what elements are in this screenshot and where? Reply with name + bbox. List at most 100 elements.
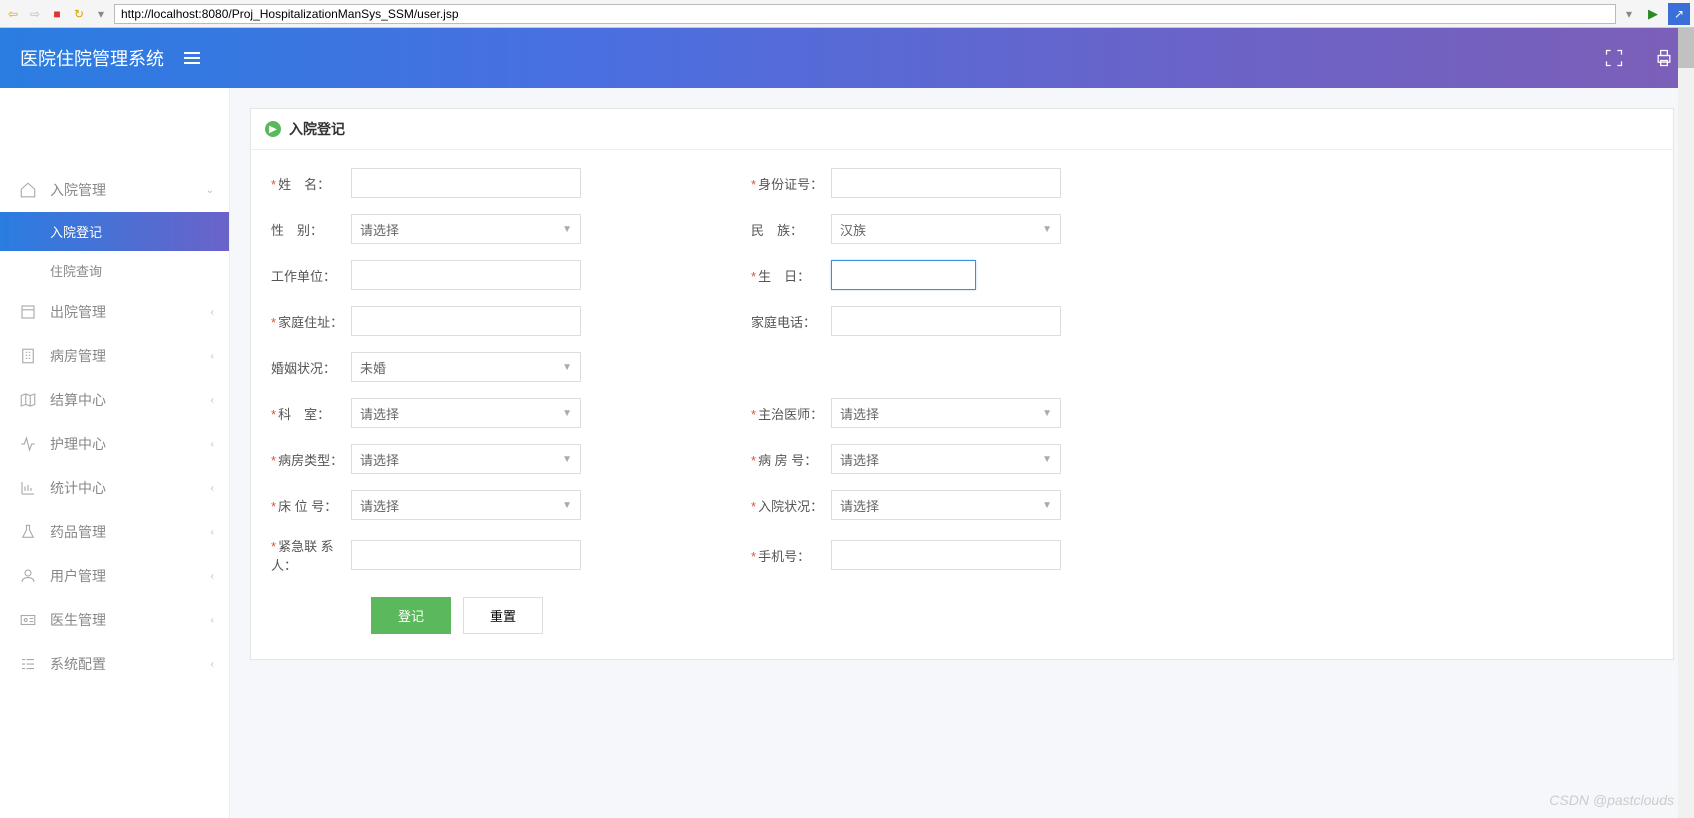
sidebar-item-label: 用户管理 xyxy=(50,566,106,586)
chevron-down-icon: ⌄ xyxy=(206,185,214,196)
phone-label: 家庭电话： xyxy=(751,315,816,330)
sidebar-item-user[interactable]: 用户管理 ‹ xyxy=(0,554,229,598)
chevron-left-icon: ‹ xyxy=(211,351,214,362)
sidebar-item-label: 结算中心 xyxy=(50,390,106,410)
phone-field[interactable] xyxy=(831,306,1061,336)
sidebar-item-admit[interactable]: 入院管理 ⌄ xyxy=(0,168,229,212)
chevron-left-icon: ‹ xyxy=(211,527,214,538)
wardno-select[interactable]: 请选择 ▼ xyxy=(831,444,1061,474)
sidebar-item-doctor[interactable]: 医生管理 ‹ xyxy=(0,598,229,642)
stop-icon[interactable]: ■ xyxy=(48,5,66,23)
chevron-down-icon: ▼ xyxy=(562,500,572,511)
reset-button[interactable]: 重置 xyxy=(463,597,543,634)
register-panel: ▶ 入院登记 *姓 名： *身份证号： 性 别： xyxy=(250,108,1674,660)
chevron-left-icon: ‹ xyxy=(211,439,214,450)
id-field[interactable] xyxy=(831,168,1061,198)
bedno-label: 床 位 号： xyxy=(278,499,337,514)
app-header: 医院住院管理系统 xyxy=(0,28,1694,88)
status-select[interactable]: 请选择 ▼ xyxy=(831,490,1061,520)
printer-icon[interactable] xyxy=(1654,48,1674,68)
sidebar-item-drugs[interactable]: 药品管理 ‹ xyxy=(0,510,229,554)
sidebar-item-label: 护理中心 xyxy=(50,434,106,454)
activity-icon xyxy=(18,434,38,454)
sidebar-item-label: 药品管理 xyxy=(50,522,106,542)
sidebar-sub-register[interactable]: 入院登记 xyxy=(0,212,229,251)
status-label: 入院状况： xyxy=(758,499,823,514)
addr-label: 家庭住址： xyxy=(278,315,343,330)
flask-icon xyxy=(18,522,38,542)
scrollbar[interactable] xyxy=(1678,28,1694,818)
refresh-icon[interactable]: ↻ xyxy=(70,5,88,23)
contact-label: 紧急联 系人： xyxy=(271,539,334,573)
marriage-label: 婚姻状况： xyxy=(271,361,336,376)
mobile-label: 手机号： xyxy=(758,549,810,564)
work-field[interactable] xyxy=(351,260,581,290)
chevron-down-icon: ▼ xyxy=(1042,454,1052,465)
building-icon xyxy=(18,346,38,366)
sidebar-sub-query[interactable]: 住院查询 xyxy=(0,251,229,290)
chevron-left-icon: ‹ xyxy=(211,483,214,494)
wardtype-select[interactable]: 请选择 ▼ xyxy=(351,444,581,474)
main-layout: 入院管理 ⌄ 入院登记 住院查询 出院管理 ‹ 病房管理 ‹ 结算中心 ‹ xyxy=(0,88,1694,818)
content-area: ▶ 入院登记 *姓 名： *身份证号： 性 别： xyxy=(230,88,1694,818)
url-input[interactable] xyxy=(114,4,1616,24)
mobile-field[interactable] xyxy=(831,540,1061,570)
sidebar-item-label: 病房管理 xyxy=(50,346,106,366)
sidebar-item-ward[interactable]: 病房管理 ‹ xyxy=(0,334,229,378)
menu-toggle-icon[interactable] xyxy=(184,52,200,64)
panel-title: 入院登记 xyxy=(289,119,345,139)
sidebar-item-label: 医生管理 xyxy=(50,610,106,630)
browser-toolbar: ⇦ ⇨ ■ ↻ ▾ ▾ ▶ ↗ xyxy=(0,0,1694,28)
addr-field[interactable] xyxy=(351,306,581,336)
dept-select[interactable]: 请选择 ▼ xyxy=(351,398,581,428)
chevron-left-icon: ‹ xyxy=(211,307,214,318)
chevron-down-icon: ▼ xyxy=(1042,500,1052,511)
id-card-icon xyxy=(18,610,38,630)
name-label: 姓 名： xyxy=(278,177,330,192)
external-icon[interactable]: ↗ xyxy=(1668,3,1690,25)
chevron-down-icon: ▼ xyxy=(562,362,572,373)
doctor-label: 主治医师： xyxy=(758,407,823,422)
gender-select[interactable]: 请选择 ▼ xyxy=(351,214,581,244)
chevron-down-icon: ▼ xyxy=(562,408,572,419)
chevron-left-icon: ‹ xyxy=(211,659,214,670)
forward-icon[interactable]: ⇨ xyxy=(26,5,44,23)
scrollbar-thumb[interactable] xyxy=(1678,28,1694,68)
gender-label: 性 别： xyxy=(271,223,323,238)
wardtype-label: 病房类型： xyxy=(278,453,343,468)
chevron-left-icon: ‹ xyxy=(211,571,214,582)
play-circle-icon: ▶ xyxy=(265,121,281,137)
doctor-select[interactable]: 请选择 ▼ xyxy=(831,398,1061,428)
list-icon xyxy=(18,654,38,674)
sidebar-item-stats[interactable]: 统计中心 ‹ xyxy=(0,466,229,510)
marriage-select[interactable]: 未婚 ▼ xyxy=(351,352,581,382)
dropdown-icon[interactable]: ▾ xyxy=(92,5,110,23)
birth-label: 生 日： xyxy=(758,269,810,284)
sidebar-item-label: 系统配置 xyxy=(50,654,106,674)
submit-button[interactable]: 登记 xyxy=(371,597,451,634)
name-field[interactable] xyxy=(351,168,581,198)
bedno-select[interactable]: 请选择 ▼ xyxy=(351,490,581,520)
nation-select[interactable]: 汉族 ▼ xyxy=(831,214,1061,244)
sidebar-item-label: 出院管理 xyxy=(50,302,106,322)
sidebar-item-config[interactable]: 系统配置 ‹ xyxy=(0,642,229,686)
chevron-down-icon: ▼ xyxy=(1042,408,1052,419)
nation-label: 民 族： xyxy=(751,223,803,238)
chevron-left-icon: ‹ xyxy=(211,615,214,626)
sidebar-item-discharge[interactable]: 出院管理 ‹ xyxy=(0,290,229,334)
go-icon[interactable]: ▶ xyxy=(1642,3,1664,25)
url-history-icon[interactable]: ▾ xyxy=(1620,5,1638,23)
birth-field[interactable] xyxy=(831,260,976,290)
contact-field[interactable] xyxy=(351,540,581,570)
discharge-icon xyxy=(18,302,38,322)
back-icon[interactable]: ⇦ xyxy=(4,5,22,23)
chevron-down-icon: ▼ xyxy=(562,224,572,235)
fullscreen-icon[interactable] xyxy=(1604,48,1624,68)
home-icon xyxy=(18,180,38,200)
sidebar-item-billing[interactable]: 结算中心 ‹ xyxy=(0,378,229,422)
sidebar-item-care[interactable]: 护理中心 ‹ xyxy=(0,422,229,466)
chart-icon xyxy=(18,478,38,498)
sidebar: 入院管理 ⌄ 入院登记 住院查询 出院管理 ‹ 病房管理 ‹ 结算中心 ‹ xyxy=(0,88,230,818)
user-icon xyxy=(18,566,38,586)
sidebar-item-label: 入院管理 xyxy=(50,180,106,200)
